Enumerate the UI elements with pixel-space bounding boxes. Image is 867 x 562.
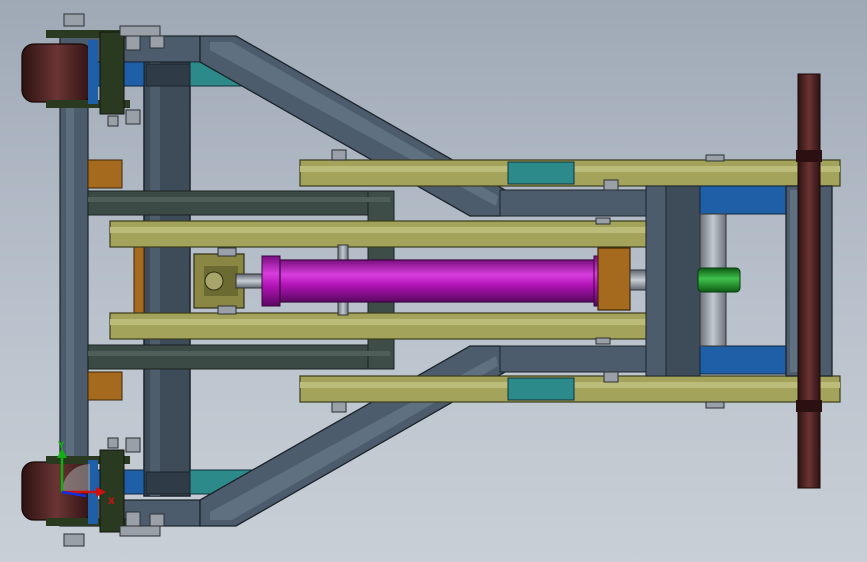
rear-wheel xyxy=(796,73,822,489)
angled-strut-lower xyxy=(199,345,506,527)
model-viewport[interactable]: Y X xyxy=(0,0,867,562)
angled-strut-upper xyxy=(199,35,506,217)
y-axis-label: Y xyxy=(57,441,65,451)
triad-plane xyxy=(62,464,90,492)
hydraulic-cylinder[interactable] xyxy=(193,247,651,311)
coordinate-triad: Y X xyxy=(57,441,115,507)
x-axis-arrow-icon xyxy=(96,487,106,497)
x-axis-label: X xyxy=(108,497,115,507)
assembly-model[interactable] xyxy=(0,0,867,562)
